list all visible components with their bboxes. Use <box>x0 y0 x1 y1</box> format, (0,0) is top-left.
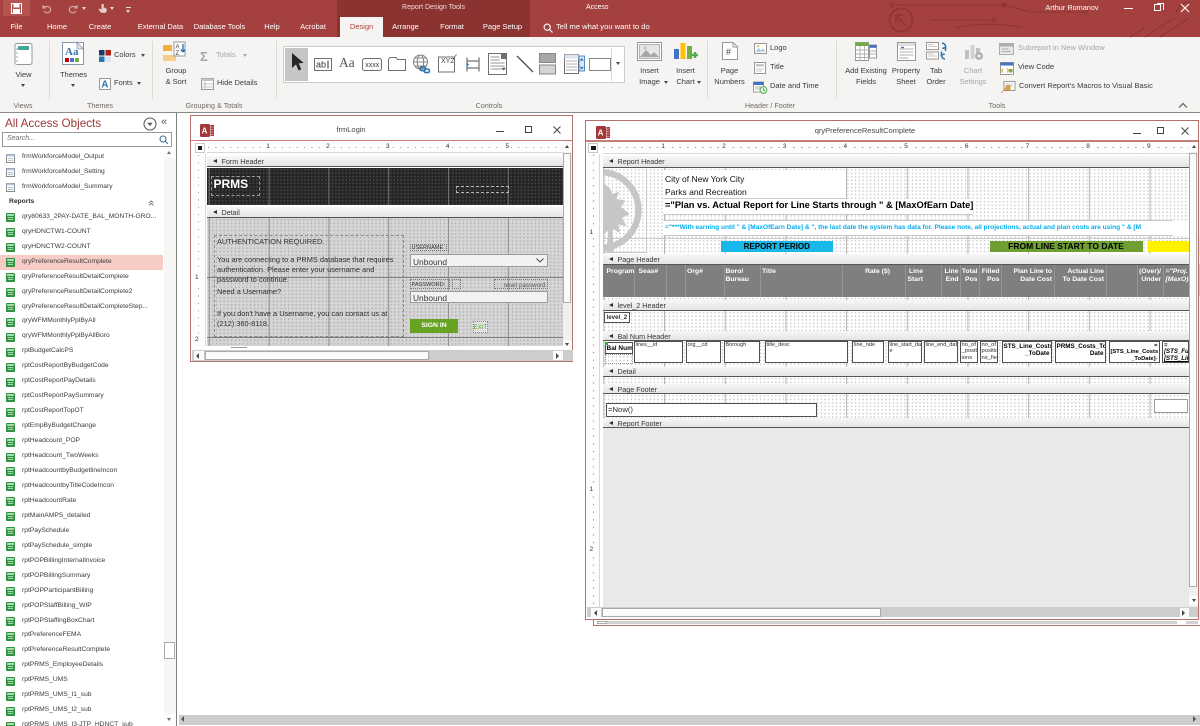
svg-text:A: A <box>101 80 108 91</box>
svg-text:XYZ: XYZ <box>441 58 455 65</box>
svg-text:#: # <box>726 47 731 57</box>
svg-text:xxxx: xxxx <box>365 62 380 69</box>
svg-text:Aa: Aa <box>65 46 79 58</box>
svg-text:ab: ab <box>316 60 326 70</box>
svg-text:Z: Z <box>176 51 180 57</box>
svg-text:A: A <box>176 45 180 51</box>
svg-text:A: A <box>598 128 604 137</box>
svg-text:A: A <box>202 126 208 135</box>
